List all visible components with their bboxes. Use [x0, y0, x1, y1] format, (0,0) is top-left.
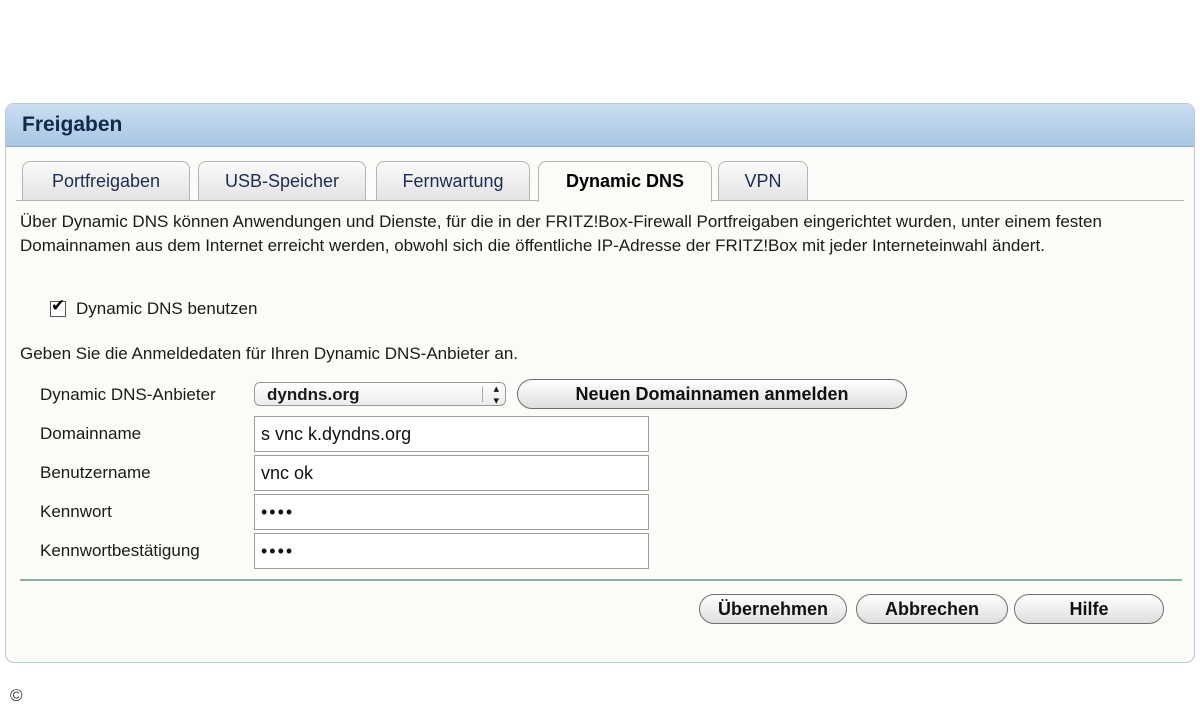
- apply-button[interactable]: Übernehmen: [699, 594, 847, 624]
- copyright-icon: ©: [10, 686, 23, 705]
- updown-arrow-icon: ▴ ▾: [493, 383, 499, 407]
- credentials-hint: Geben Sie die Anmeldedaten für Ihren Dyn…: [20, 344, 518, 363]
- select-separator: [482, 386, 483, 402]
- domain-input[interactable]: s vnc k.dyndns.org: [254, 416, 649, 452]
- provider-select[interactable]: dyndns.org ▴ ▾: [254, 382, 506, 407]
- cancel-button[interactable]: Abbrechen: [856, 594, 1008, 624]
- tab-dynamic-dns[interactable]: Dynamic DNS: [538, 161, 712, 202]
- dyndns-checkbox[interactable]: ✔: [50, 296, 66, 317]
- password-confirm-label: Kennwortbestätigung: [40, 541, 200, 560]
- provider-label: Dynamic DNS-Anbieter: [40, 385, 216, 404]
- tab-fernwartung[interactable]: Fernwartung: [376, 161, 530, 200]
- help-button[interactable]: Hilfe: [1014, 594, 1164, 624]
- form-divider: [20, 579, 1182, 581]
- register-domain-button[interactable]: Neuen Domainnamen anmelden: [517, 379, 907, 409]
- tab-portfreigaben[interactable]: Portfreigaben: [22, 161, 190, 200]
- password-input[interactable]: ••••: [254, 494, 649, 530]
- intro-text: Über Dynamic DNS können Anwendungen und …: [20, 212, 1102, 255]
- password-confirm-input[interactable]: ••••: [254, 533, 649, 569]
- tab-usb-speicher[interactable]: USB-Speicher: [198, 161, 366, 200]
- dyndns-checkbox-row[interactable]: ✔ Dynamic DNS benutzen: [50, 296, 258, 320]
- username-input[interactable]: vnc ok: [254, 455, 649, 491]
- checkmark-icon: ✔: [51, 296, 66, 315]
- tab-vpn[interactable]: VPN: [718, 161, 808, 200]
- domain-label: Domainname: [40, 424, 142, 443]
- password-label: Kennwort: [40, 502, 112, 521]
- freigaben-panel: Freigaben Portfreigaben USB-Speicher Fer…: [5, 103, 1195, 663]
- dyndns-checkbox-label: Dynamic DNS benutzen: [76, 299, 258, 318]
- username-label: Benutzername: [40, 463, 151, 482]
- provider-select-value: dyndns.org: [267, 385, 360, 404]
- panel-title: Freigaben: [6, 104, 1194, 147]
